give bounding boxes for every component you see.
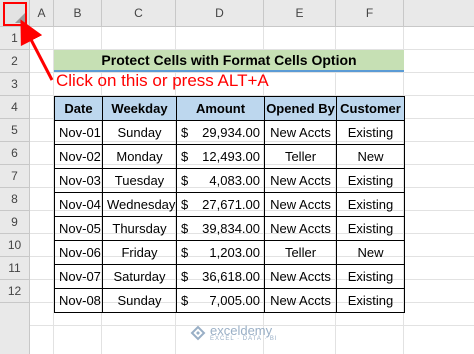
currency-symbol: $ [181, 125, 189, 140]
cell-amount[interactable]: $39,834.00 [176, 216, 265, 241]
header-date[interactable]: Date [54, 96, 103, 121]
amount-value: 29,934.00 [202, 125, 260, 140]
table-row: Nov-08 Sunday $7,005.00 New Accts Existi… [54, 288, 405, 313]
cell-date[interactable]: Nov-04 [54, 192, 103, 217]
cell-date[interactable]: Nov-01 [54, 120, 103, 145]
row-header-9[interactable]: 9 [0, 211, 30, 234]
row-header-5[interactable]: 5 [0, 119, 30, 142]
amount-value: 12,493.00 [202, 149, 260, 164]
header-customer[interactable]: Customer [336, 96, 405, 121]
cell-opened-by[interactable]: New Accts [264, 216, 337, 241]
cell-date[interactable]: Nov-06 [54, 240, 103, 265]
table-row: Nov-01 Sunday $29,934.00 New Accts Exist… [54, 120, 405, 145]
cell-amount[interactable]: $27,671.00 [176, 192, 265, 217]
cell-customer[interactable]: Existing [336, 120, 405, 145]
cell-weekday[interactable]: Saturday [102, 264, 177, 289]
cell-amount[interactable]: $29,934.00 [176, 120, 265, 145]
row-header-10[interactable]: 10 [0, 234, 30, 257]
header-amount[interactable]: Amount [176, 96, 265, 121]
column-header-d[interactable]: D [176, 0, 264, 27]
exceldemy-logo-icon [190, 325, 206, 340]
data-table: Date Weekday Amount Opened By Customer N… [54, 96, 405, 313]
currency-symbol: $ [181, 293, 189, 308]
cell-opened-by[interactable]: New Accts [264, 120, 337, 145]
row-header-8[interactable]: 8 [0, 188, 30, 211]
cell-customer[interactable]: New [336, 240, 405, 265]
arrow-icon [3, 2, 54, 81]
cell-opened-by[interactable]: New Accts [264, 264, 337, 289]
row-header-12[interactable]: 12 [0, 280, 30, 303]
cell-date[interactable]: Nov-05 [54, 216, 103, 241]
cell-opened-by[interactable]: New Accts [264, 192, 337, 217]
annotation-text: Click on this or press ALT+A [56, 71, 269, 90]
cell-date[interactable]: Nov-08 [54, 288, 103, 313]
currency-symbol: $ [181, 245, 189, 260]
row-header-filler [0, 303, 30, 354]
cell-amount[interactable]: $1,203.00 [176, 240, 265, 265]
watermark: exceldemy EXCEL · DATA · BI [190, 323, 278, 342]
cell-opened-by[interactable]: New Accts [264, 288, 337, 313]
cell-opened-by[interactable]: New Accts [264, 168, 337, 193]
column-header-c[interactable]: C [102, 0, 176, 27]
header-opened-by[interactable]: Opened By [264, 96, 337, 121]
cell-date[interactable]: Nov-02 [54, 144, 103, 169]
table-row: Nov-03 Tuesday $4,083.00 New Accts Exist… [54, 168, 405, 193]
cell-amount[interactable]: $4,083.00 [176, 168, 265, 193]
cell-customer[interactable]: Existing [336, 264, 405, 289]
cell-date[interactable]: Nov-07 [54, 264, 103, 289]
currency-symbol: $ [181, 197, 189, 212]
column-header-f[interactable]: F [336, 0, 404, 27]
cell-amount[interactable]: $36,618.00 [176, 264, 265, 289]
amount-value: 27,671.00 [202, 197, 260, 212]
amount-value: 7,005.00 [209, 293, 260, 308]
cell-weekday[interactable]: Sunday [102, 288, 177, 313]
cell-amount[interactable]: $7,005.00 [176, 288, 265, 313]
table-header-row: Date Weekday Amount Opened By Customer [54, 96, 405, 121]
sheet-title[interactable]: Protect Cells with Format Cells Option [54, 50, 404, 72]
amount-value: 4,083.00 [209, 173, 260, 188]
currency-symbol: $ [181, 149, 189, 164]
table-row: Nov-06 Friday $1,203.00 Teller New [54, 240, 405, 265]
cell-weekday[interactable]: Sunday [102, 120, 177, 145]
row-header-6[interactable]: 6 [0, 142, 30, 165]
column-header-filler [404, 0, 474, 27]
cell-weekday[interactable]: Monday [102, 144, 177, 169]
cell-weekday[interactable]: Thursday [102, 216, 177, 241]
cell-opened-by[interactable]: Teller [264, 144, 337, 169]
cell-customer[interactable]: Existing [336, 192, 405, 217]
currency-symbol: $ [181, 269, 189, 284]
cell-weekday[interactable]: Friday [102, 240, 177, 265]
cell-weekday[interactable]: Wednesday [102, 192, 177, 217]
amount-value: 36,618.00 [202, 269, 260, 284]
cell-amount[interactable]: $12,493.00 [176, 144, 265, 169]
currency-symbol: $ [181, 173, 189, 188]
cell-date[interactable]: Nov-03 [54, 168, 103, 193]
table-row: Nov-04 Wednesday $27,671.00 New Accts Ex… [54, 192, 405, 217]
cell-weekday[interactable]: Tuesday [102, 168, 177, 193]
cell-customer[interactable]: Existing [336, 216, 405, 241]
amount-value: 1,203.00 [209, 245, 260, 260]
cell-customer[interactable]: Existing [336, 288, 405, 313]
header-weekday[interactable]: Weekday [102, 96, 177, 121]
cell-opened-by[interactable]: Teller [264, 240, 337, 265]
cell-customer[interactable]: New [336, 144, 405, 169]
amount-value: 39,834.00 [202, 221, 260, 236]
table-row: Nov-05 Thursday $39,834.00 New Accts Exi… [54, 216, 405, 241]
table-row: Nov-02 Monday $12,493.00 Teller New [54, 144, 405, 169]
currency-symbol: $ [181, 221, 189, 236]
row-header-11[interactable]: 11 [0, 257, 30, 280]
row-header-7[interactable]: 7 [0, 165, 30, 188]
column-header-e[interactable]: E [264, 0, 336, 27]
table-row: Nov-07 Saturday $36,618.00 New Accts Exi… [54, 264, 405, 289]
cell-customer[interactable]: Existing [336, 168, 405, 193]
watermark-tagline: EXCEL · DATA · BI [210, 336, 278, 342]
